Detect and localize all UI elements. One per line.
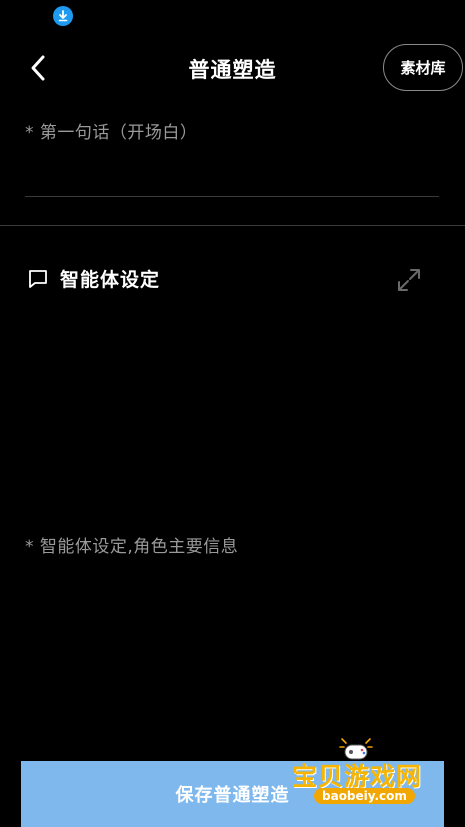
agent-settings-placeholder: * 智能体设定,角色主要信息 xyxy=(25,537,239,557)
section-divider xyxy=(0,225,465,226)
expand-icon xyxy=(398,269,420,291)
download-icon xyxy=(53,6,73,26)
first-sentence-placeholder: * 第一句话（开场白） xyxy=(25,123,198,143)
agent-settings-header: 智能体设定 xyxy=(26,265,160,292)
watermark-url: baobeiy.com xyxy=(314,788,415,804)
agent-settings-title: 智能体设定 xyxy=(60,269,161,291)
chat-bubble-icon xyxy=(26,267,50,291)
expand-button[interactable] xyxy=(395,266,423,294)
first-sentence-field[interactable]: * 第一句话（开场白） xyxy=(25,118,439,197)
material-library-button[interactable]: 素材库 xyxy=(383,44,463,91)
agent-settings-field[interactable]: * 智能体设定,角色主要信息 xyxy=(25,532,439,732)
watermark-logo: 宝贝游戏网 baobeiy.com xyxy=(292,735,437,807)
save-button-label: 保存普通塑造 xyxy=(175,785,290,806)
